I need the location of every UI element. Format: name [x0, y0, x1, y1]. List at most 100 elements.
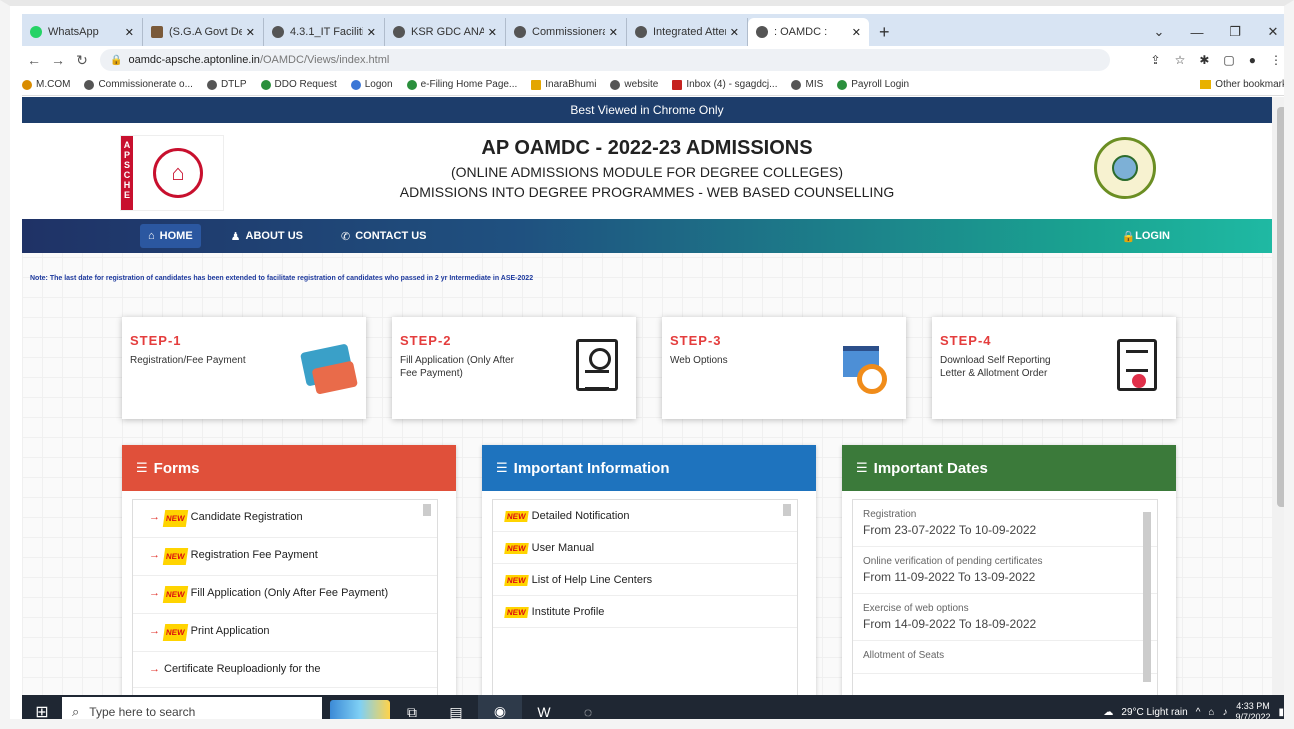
taskbar-search-input[interactable]: ⌕ Type here to search [62, 697, 322, 719]
important-dates-panel: ☰ Important Dates Registration From 23-07-… [842, 445, 1176, 695]
search-icon: ⌕ [72, 704, 80, 719]
bookmark[interactable]: e-Filing Home Page... [406, 79, 517, 90]
browser-tab[interactable]: Commissionerat ✕ [506, 18, 627, 46]
weather-widget-image[interactable] [330, 700, 390, 719]
bookmark[interactable]: Logon [350, 79, 393, 90]
forms-list[interactable]: → NEW Candidate Registration → NEW Registrat… [132, 499, 438, 695]
scrollbar[interactable] [783, 504, 791, 516]
windows-start-icon[interactable]: ⊞ [22, 702, 62, 719]
close-tab-icon[interactable]: ✕ [852, 26, 861, 39]
bookmark[interactable]: website [610, 79, 658, 90]
sidepanel-icon[interactable]: ▢ [1223, 53, 1234, 67]
weather-text[interactable]: 29°C Light rain [1121, 707, 1187, 718]
minimize-icon[interactable]: — [1178, 25, 1216, 40]
forms-link[interactable]: → NEW Print Application [133, 614, 437, 652]
scrollbar-thumb[interactable] [1277, 107, 1284, 507]
new-tab-button[interactable]: + [869, 18, 900, 46]
step-card-3[interactable]: STEP-3 Web Options [662, 317, 906, 419]
browser-tab[interactable]: Integrated Atten ✕ [627, 18, 748, 46]
clock[interactable]: 4:33 PM 9/7/2022 [1235, 701, 1270, 719]
emblem-icon: ⌂ [153, 148, 203, 198]
volume-icon[interactable]: ♪ [1222, 707, 1227, 718]
date-entry: Allotment of Seats [853, 641, 1157, 674]
close-tab-icon[interactable]: ✕ [488, 26, 497, 39]
page-scrollbar[interactable] [1272, 97, 1284, 695]
information-list[interactable]: NEW Detailed Notification NEW User Manual … [492, 499, 798, 695]
browser-tab[interactable]: KSR GDC ANAN✕ [385, 18, 506, 46]
best-viewed-banner: Best Viewed in Chrome Only [22, 97, 1272, 123]
extensions-icon[interactable]: ✱ [1199, 53, 1209, 67]
bookmark[interactable]: Payroll Login [837, 79, 909, 90]
back-icon[interactable]: ← [22, 52, 46, 68]
bookmark[interactable]: InaraBhumi [531, 79, 596, 90]
browser-tab[interactable]: WhatsApp ✕ [22, 18, 143, 46]
information-link[interactable]: NEW Detailed Notification [493, 500, 797, 532]
web-page: Best Viewed in Chrome Only APSCHE ⌂ AP O… [22, 97, 1272, 695]
forward-icon[interactable]: → [46, 52, 70, 68]
lock-icon: 🔒 [110, 54, 123, 66]
browser-tab[interactable]: (S.G.A Govt Deg✕ [143, 18, 264, 46]
information-link[interactable]: NEW User Manual [493, 532, 797, 564]
nav-home[interactable]: ⌂ HOME [140, 224, 201, 248]
forms-link[interactable]: → NEW Fill Application (Only After Fee Pay… [133, 576, 437, 614]
close-tab-icon[interactable]: ✕ [730, 26, 739, 39]
site-header: APSCHE ⌂ AP OAMDC - 2022-23 ADMISSIONS (… [22, 123, 1272, 219]
bookmark[interactable]: M.COM [22, 79, 70, 90]
globe-icon [272, 26, 284, 38]
close-tab-icon[interactable]: ✕ [609, 26, 618, 39]
scrollbar[interactable] [423, 504, 431, 516]
menu-icon[interactable]: ⋮ [1270, 53, 1282, 67]
step-card-4[interactable]: STEP-4 Download Self Reporting Letter & … [932, 317, 1176, 419]
bookmark[interactable]: DDO Request [260, 79, 337, 90]
bookmark-icon [531, 79, 542, 90]
app-icon[interactable]: ◌ [566, 695, 610, 719]
browser-tab[interactable]: 4.3.1_IT Faciliti ✕ [264, 18, 385, 46]
close-tab-icon[interactable]: ✕ [125, 26, 134, 39]
chevron-down-icon[interactable]: ⌄ [1140, 24, 1178, 40]
forms-panel: ☰ Forms → NEW Candidate Registration → NEW Re… [122, 445, 456, 695]
restore-icon[interactable]: ❐ [1216, 24, 1254, 40]
close-tab-icon[interactable]: ✕ [246, 26, 255, 39]
reload-icon[interactable]: ↻ [70, 52, 94, 69]
other-bookmarks[interactable]: Other bookmarks [1200, 79, 1284, 90]
application-form-icon [572, 337, 622, 393]
whatsapp-icon [30, 26, 42, 38]
nav-login[interactable]: 🔒 LOGIN [1121, 230, 1170, 243]
weather-icon[interactable]: ☁ [1103, 707, 1113, 718]
chrome-icon[interactable]: ◉ [478, 695, 522, 719]
url-input[interactable]: 🔒 oamdc-apsche.aptonline.in/OAMDC/Views/… [100, 49, 1110, 71]
dates-list[interactable]: Registration From 23-07-2022 To 10-09-202… [852, 499, 1158, 695]
word-icon[interactable]: W [522, 695, 566, 719]
step-card-1[interactable]: STEP-1 Registration/Fee Payment [122, 317, 366, 419]
information-link[interactable]: NEW List of Help Line Centers [493, 564, 797, 596]
share-icon[interactable]: ⇪ [1151, 53, 1161, 67]
browser-tab-active[interactable]: : OAMDC : ✕ [748, 18, 869, 46]
step-card-2[interactable]: STEP-2 Fill Application (Only After Fee … [392, 317, 636, 419]
forms-link[interactable]: → NEW Registration Fee Payment [133, 538, 437, 576]
date-entry: Online verification of pending certifica… [853, 547, 1157, 594]
star-icon[interactable]: ☆ [1175, 53, 1186, 67]
bookmark[interactable]: Commissionerate o... [84, 79, 193, 90]
new-badge: NEW [504, 574, 529, 586]
profile-icon[interactable]: ● [1249, 53, 1256, 67]
file-explorer-icon[interactable]: ▤ [434, 695, 478, 720]
arrow-icon: → [149, 663, 160, 675]
bookmark-icon [260, 79, 271, 90]
notification-icon[interactable]: ▮ [1278, 707, 1284, 718]
nav-about[interactable]: ♟ ABOUT US [223, 224, 311, 249]
task-view-icon[interactable]: ⧉ [390, 695, 434, 720]
information-link[interactable]: NEW Institute Profile [493, 596, 797, 628]
network-icon[interactable]: ⌂ [1208, 707, 1214, 718]
globe-icon [791, 79, 802, 90]
close-window-icon[interactable]: ✕ [1254, 24, 1284, 40]
ap-government-emblem [1094, 137, 1156, 199]
nav-contact[interactable]: ✆ CONTACT US [333, 224, 435, 249]
forms-link[interactable]: → Certificate Reuploadionly for the [133, 652, 437, 688]
bookmark[interactable]: MIS [791, 79, 823, 90]
chevron-up-icon[interactable]: ^ [1196, 707, 1201, 718]
close-tab-icon[interactable]: ✕ [367, 26, 376, 39]
scrollbar[interactable] [1143, 512, 1151, 682]
forms-link[interactable]: → NEW Candidate Registration [133, 500, 437, 538]
bookmark[interactable]: Inbox (4) - sgagdcj... [672, 79, 777, 90]
bookmark[interactable]: DTLP [206, 79, 247, 90]
